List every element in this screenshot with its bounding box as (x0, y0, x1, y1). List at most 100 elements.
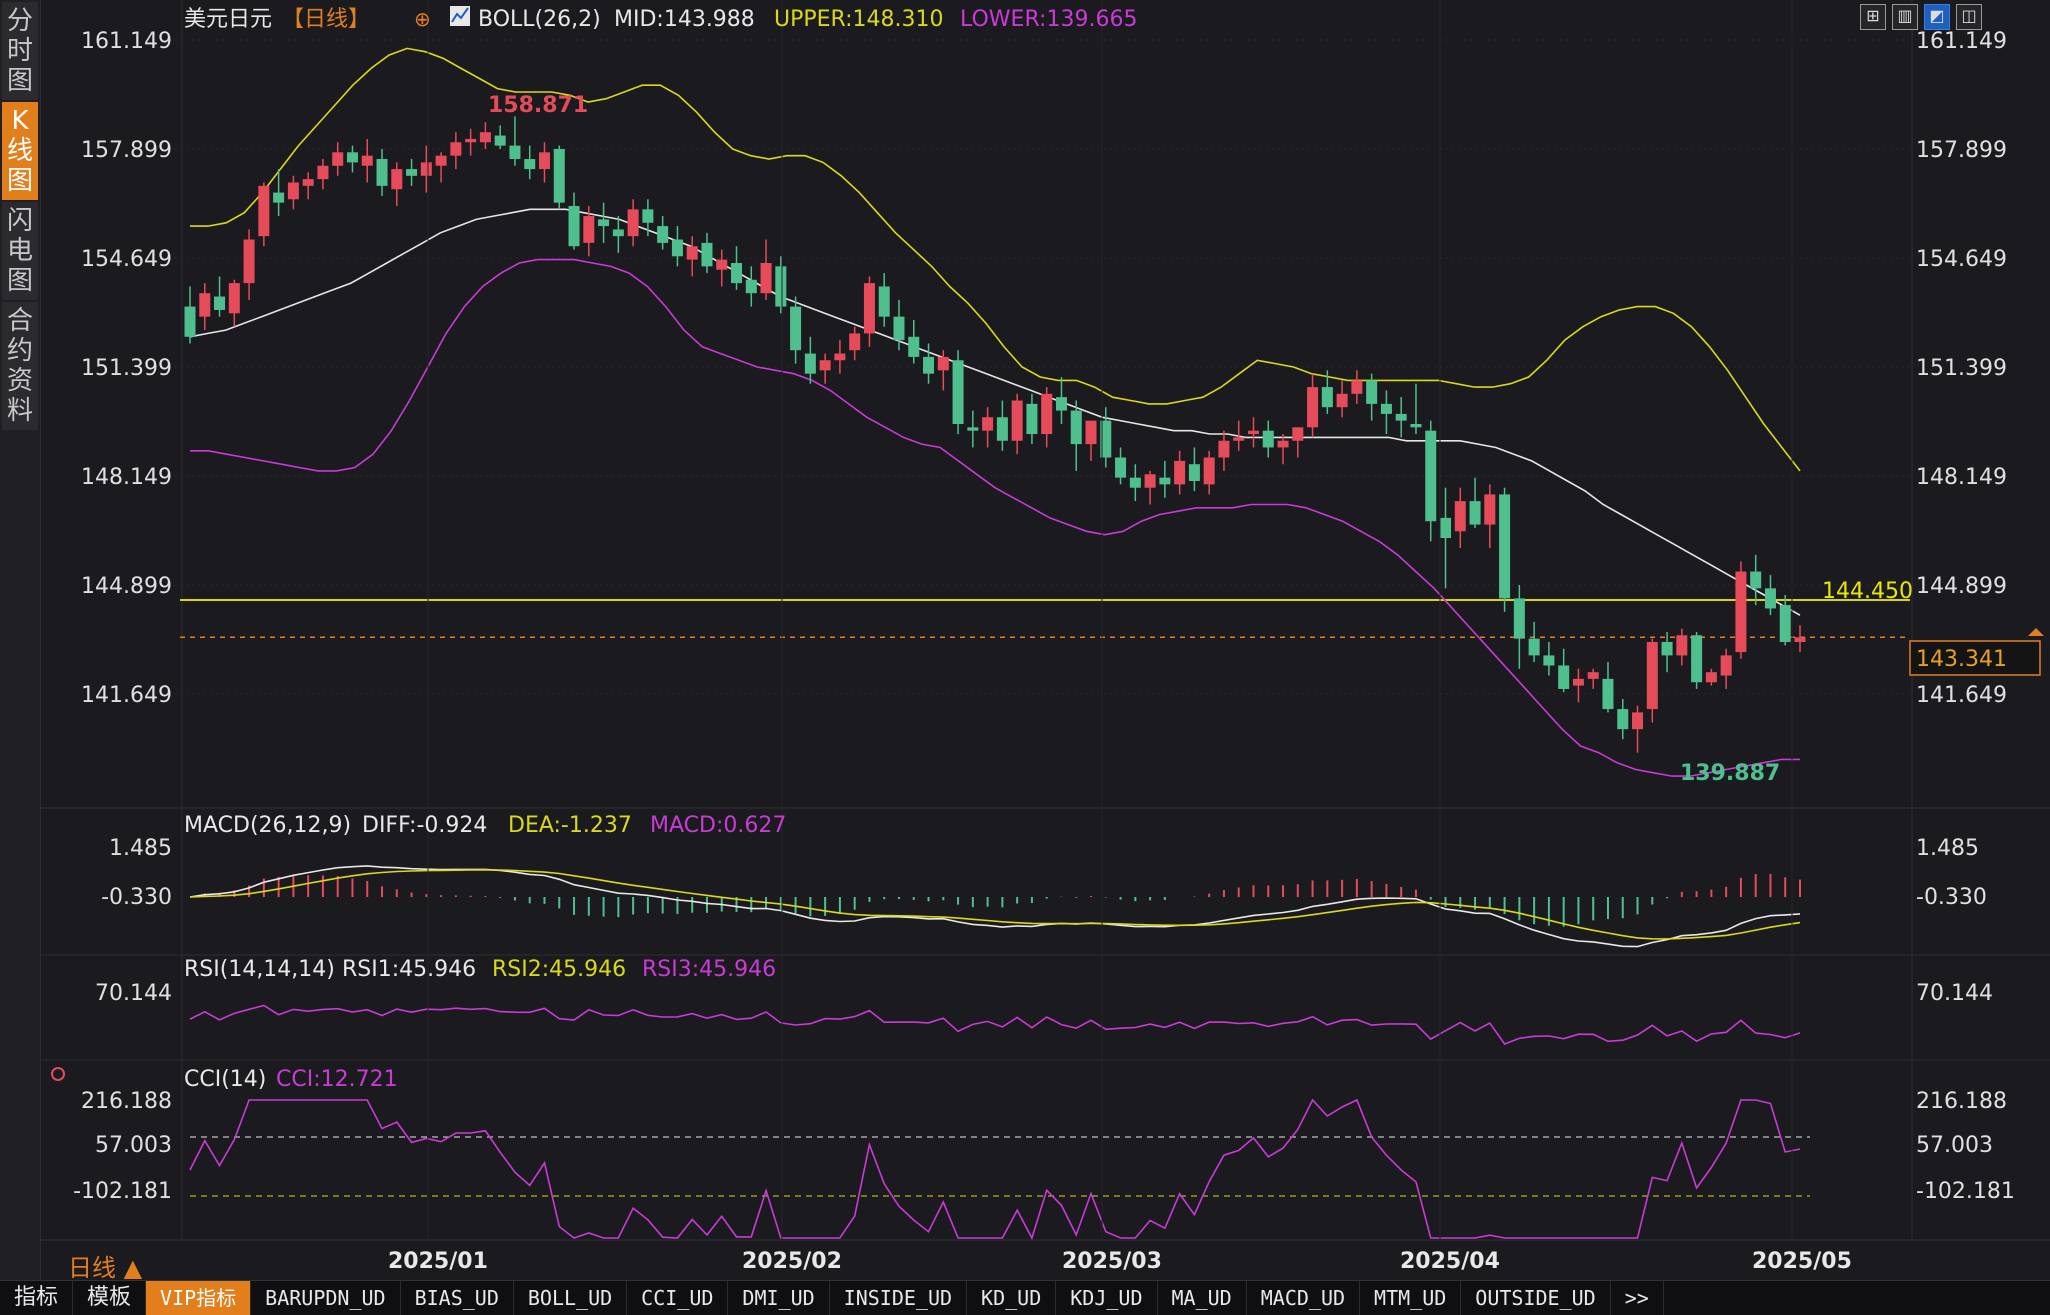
rsi-line (189, 1004, 1801, 1045)
price-tick-left: 157.899 (81, 138, 172, 163)
candle-body (420, 162, 432, 176)
rsi2-value: RSI2:45.946 (492, 957, 626, 982)
macd-diff-value: DIFF:-0.924 (362, 813, 487, 838)
candle-body (1558, 665, 1570, 689)
candle-body (908, 336, 920, 357)
current-price-arrow-icon (2028, 628, 2044, 636)
indicator-tab[interactable]: KDJ_UD (1056, 1281, 1158, 1315)
candle-body (760, 262, 772, 294)
candle-body (243, 239, 255, 284)
rsi-label: RSI(14,14,14) (184, 957, 335, 982)
time-label: 2025/03 (1062, 1249, 1162, 1274)
indicator-tab[interactable]: VIP指标 (146, 1281, 252, 1315)
horizontal-line-label: 144.450 (1822, 579, 1913, 604)
price-tick-right: 157.899 (1916, 138, 2007, 163)
candle-body (1129, 477, 1141, 488)
rsi-tick-right: 70.144 (1916, 981, 1993, 1006)
indicator-tab[interactable]: BOLL_UD (514, 1281, 628, 1315)
tab-contract-char: 料 (6, 396, 33, 426)
tab-flash-char: 图 (6, 266, 33, 296)
indicator-tab[interactable]: 指标 (0, 1281, 74, 1315)
price-tick-left: 151.399 (81, 356, 172, 381)
candle-body (598, 219, 610, 227)
candle-body (1144, 474, 1156, 488)
indicator-tab[interactable]: MACD_UD (1247, 1281, 1361, 1315)
indicator-tab[interactable]: BARUPDN_UD (251, 1281, 401, 1315)
chart-mode-icon[interactable]: ◩ (1924, 4, 1950, 30)
bars-icon[interactable]: ▥ (1892, 4, 1918, 30)
macd-tick-left: -0.330 (101, 885, 172, 910)
indicator-tab[interactable]: BIAS_UD (401, 1281, 514, 1315)
boll-lower-value: LOWER:139.665 (960, 7, 1137, 32)
chart-toolbar: ⊞ ▥ ◩ ◫ (1860, 4, 1982, 30)
indicator-tab[interactable]: >> (1611, 1281, 1664, 1315)
boll-upper-value: UPPER:148.310 (774, 7, 944, 32)
time-label: 2025/05 (1752, 1249, 1852, 1274)
candle-body (214, 296, 226, 310)
candle-body (804, 353, 816, 374)
boll-label: BOLL(26,2) (478, 7, 601, 32)
candle-body (1572, 678, 1584, 686)
price-tick-right: 161.149 (1916, 29, 2007, 54)
candle-body (1277, 440, 1289, 448)
candle-body (1632, 712, 1644, 730)
indicator-tab[interactable]: OUTSIDE_UD (1461, 1281, 1611, 1315)
candle-body (509, 145, 521, 160)
indicator-tab[interactable]: MA_UD (1158, 1281, 1247, 1315)
tab-contract-info[interactable]: 合 约 资 料 (2, 302, 38, 430)
candle-body (819, 360, 831, 371)
tab-kline-char: 线 (6, 136, 33, 166)
candle-body (1602, 678, 1614, 710)
candle-body (863, 283, 875, 334)
grid-icon[interactable]: ⊞ (1860, 4, 1886, 30)
candle-body (1410, 423, 1422, 428)
tab-flash-chart[interactable]: 闪 电 图 (2, 202, 38, 300)
candle-body (346, 152, 358, 163)
indicator-tab[interactable]: 模板 (73, 1281, 147, 1315)
candle-body (1203, 457, 1215, 485)
candle-body (1469, 501, 1481, 525)
macd-dea-line (189, 869, 1801, 940)
indicator-tab[interactable]: KD_UD (967, 1281, 1057, 1315)
candle-body (1543, 655, 1555, 666)
indicator-tab[interactable]: DMI_UD (728, 1281, 830, 1315)
candle-body (834, 353, 846, 361)
candle-body (657, 226, 669, 243)
cci-value: CCI:12.721 (276, 1067, 398, 1092)
period-selector[interactable]: 日线 ▲ (68, 1248, 142, 1283)
candle-body (967, 427, 979, 431)
candle-body (538, 152, 550, 170)
macd-value: MACD:0.627 (650, 813, 786, 838)
price-tick-left: 161.149 (81, 29, 172, 54)
macd-tick-right: -0.330 (1916, 885, 1987, 910)
candle-body (524, 159, 536, 170)
symbol-title: 美元日元 (184, 7, 272, 32)
candle-body (1646, 641, 1658, 710)
candle-body (568, 205, 580, 247)
chart-canvas[interactable]: 161.149 157.899 154.649 151.399 148.149 144.8… (40, 0, 2050, 1280)
low-price-label: 139.887 (1680, 761, 1780, 786)
add-indicator-icon[interactable]: ⊕ (414, 7, 431, 31)
tab-timeshare-char: 图 (6, 66, 33, 96)
price-tick-right: 141.649 (1916, 683, 2007, 708)
price-tick-left: 154.649 (81, 247, 172, 272)
tab-timeshare-char: 时 (6, 36, 33, 66)
indicator-tab[interactable]: INSIDE_UD (830, 1281, 968, 1315)
candle-body (376, 159, 388, 186)
indicator-tab[interactable]: MTM_UD (1360, 1281, 1462, 1315)
chart-type-sidebar: 分 时 图 K 线 图 闪 电 图 合 约 资 料 (0, 0, 41, 1280)
tab-kline-char: K (11, 106, 29, 136)
indicator-tab[interactable]: CCI_UD (627, 1281, 729, 1315)
high-price-label: 158.871 (488, 93, 588, 118)
tab-timeshare-char: 分 (6, 6, 33, 36)
candle-body (1026, 403, 1038, 435)
cci-marker-icon (51, 1067, 65, 1081)
expand-icon[interactable]: ◫ (1956, 4, 1982, 30)
candle-body (1499, 494, 1511, 599)
tab-timeshare[interactable]: 分 时 图 (2, 2, 38, 100)
indicator-panels: 1.485 -0.330 1.485 -0.330 70.144 70.144 216.18… (73, 836, 2015, 1241)
candle-body (790, 306, 802, 351)
price-tick-left: 141.649 (81, 683, 172, 708)
tab-kline[interactable]: K 线 图 (2, 102, 38, 200)
rsi-tick-left: 70.144 (95, 981, 172, 1006)
